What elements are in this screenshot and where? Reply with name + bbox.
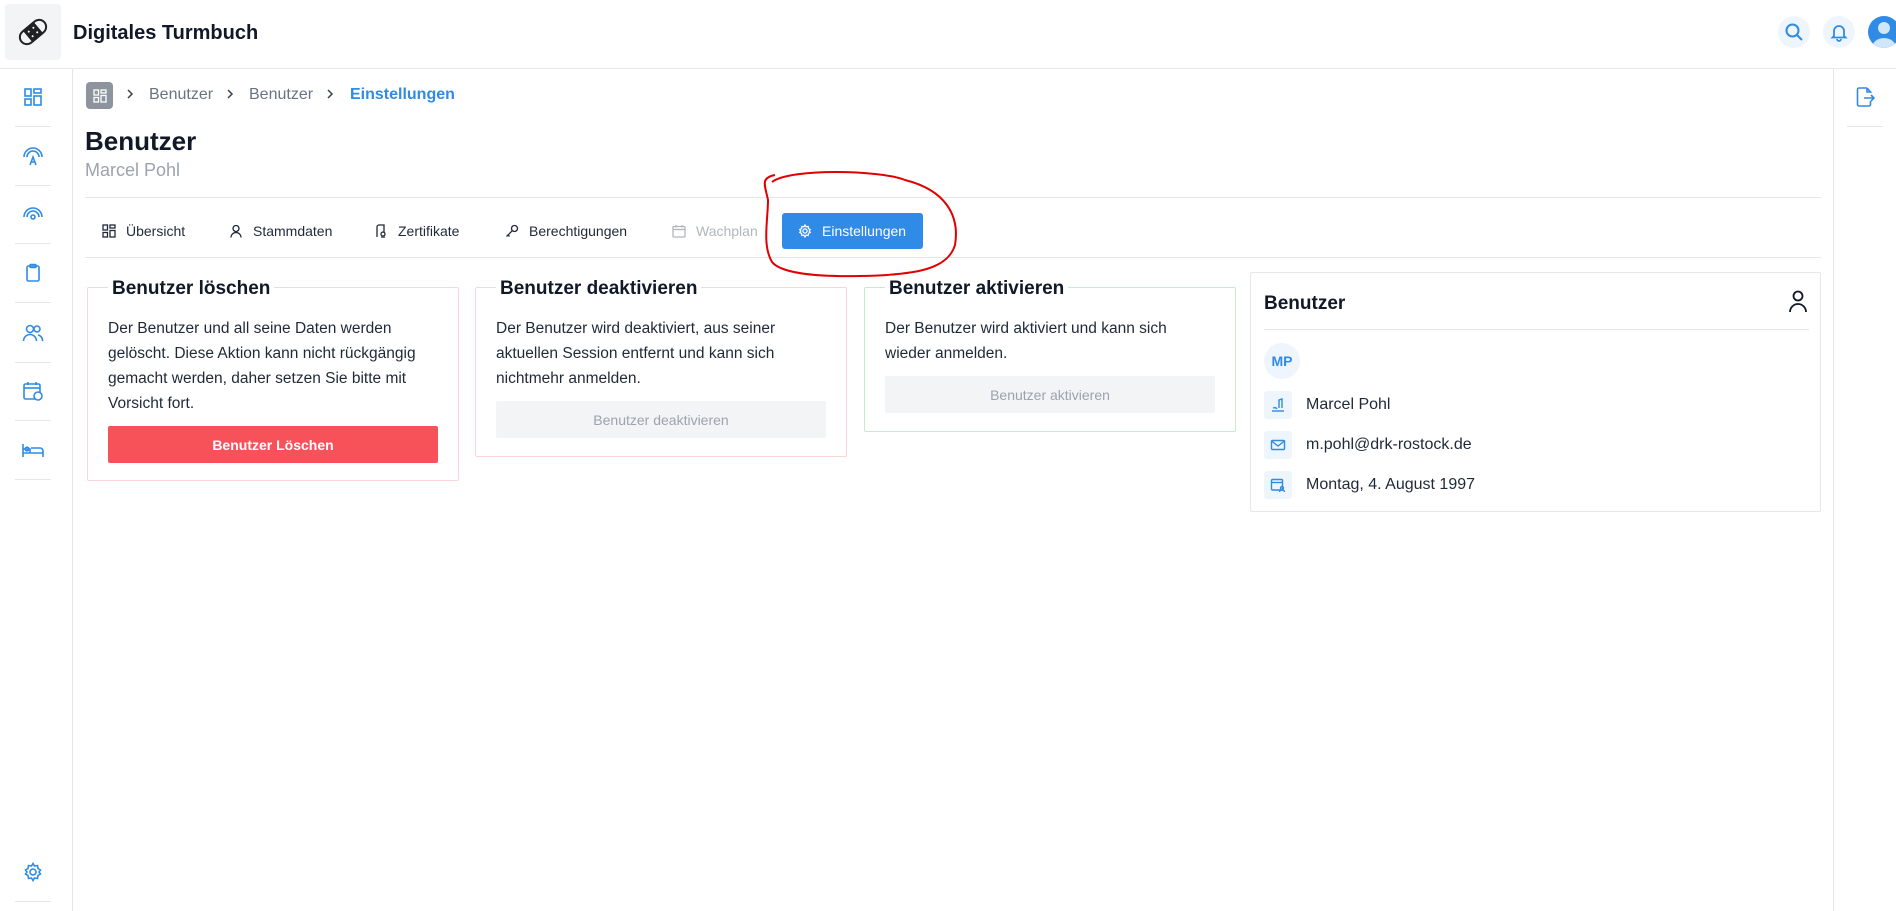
chevron-right-icon (222, 86, 238, 102)
card-title: Benutzer löschen (108, 278, 275, 300)
sidebar-item-clipboard[interactable] (15, 255, 51, 291)
chevron-right-icon (122, 86, 138, 102)
certificate-icon (376, 224, 386, 238)
info-name: Marcel Pohl (1306, 396, 1391, 413)
card-description: Der Benutzer wird aktiviert und kann sic… (885, 320, 1167, 362)
user-avatar[interactable] (1868, 16, 1896, 48)
tab-berechtigungen[interactable]: Berechtigungen (489, 213, 643, 249)
sidebar-item-beds[interactable] (15, 432, 51, 468)
clipboard-icon (26, 263, 40, 282)
card-description: Der Benutzer wird deaktiviert, aus seine… (496, 320, 776, 387)
tab-einstellungen[interactable]: Einstellungen (782, 213, 923, 249)
deactivate-user-button: Benutzer deaktivieren (496, 401, 826, 438)
export-button[interactable] (1847, 79, 1883, 115)
sidebar-divider (15, 185, 51, 186)
sidebar-divider (15, 479, 51, 480)
info-email: m.pohl@drk-rostock.de (1306, 436, 1472, 453)
avatar: MP (1264, 343, 1300, 379)
sidebar-item-schedule[interactable] (15, 373, 51, 409)
bandage-icon (18, 18, 48, 46)
activate-user-button[interactable]: Benutzer aktivieren (885, 376, 1215, 413)
dashboard-icon (24, 88, 42, 106)
chevron-right-icon (322, 86, 338, 102)
breadcrumb-current: Einstellungen (350, 86, 455, 103)
person-icon (230, 224, 242, 238)
search-icon (1785, 23, 1803, 41)
gear-icon (798, 224, 812, 238)
app-title: Digitales Turmbuch (73, 22, 259, 44)
gear-icon (24, 862, 42, 882)
sidebar-item-tower[interactable] (15, 196, 51, 232)
sidebar-divider (1847, 126, 1883, 127)
divider (85, 197, 1821, 198)
sidebar-item-settings[interactable] (15, 854, 51, 890)
file-export-icon (1856, 87, 1875, 107)
sidebar-divider (15, 420, 51, 421)
user-avatar-icon (1872, 22, 1896, 48)
bell-icon (1830, 25, 1848, 42)
calendar-clock-icon (23, 382, 43, 401)
divider (1264, 329, 1809, 330)
card-title: Benutzer (1264, 293, 1346, 314)
right-sidebar (1833, 69, 1896, 911)
notifications-button[interactable] (1823, 16, 1855, 48)
dashboard-icon (92, 88, 107, 103)
sidebar-item-tower-a[interactable] (15, 138, 51, 174)
info-name-row: Marcel Pohl (1264, 391, 1390, 419)
tab-stammdaten[interactable]: Stammdaten (213, 213, 348, 249)
search-button[interactable] (1778, 16, 1810, 48)
tab-label: Einstellungen (822, 223, 907, 239)
sidebar-divider (15, 901, 51, 902)
sidebar-item-dashboard[interactable] (15, 79, 51, 115)
deactivate-user-card: Benutzer deaktivieren Der Benutzer wird … (475, 278, 847, 457)
tab-label: Übersicht (126, 223, 186, 239)
calendar-person-icon (1264, 471, 1292, 499)
sidebar-divider (15, 126, 51, 127)
card-title: Benutzer deaktivieren (496, 278, 702, 300)
sidebar-divider (15, 362, 51, 363)
breadcrumb-item[interactable]: Benutzer (149, 86, 213, 104)
tab-wachplan: Wachplan (656, 213, 774, 249)
info-email-row: m.pohl@drk-rostock.de (1264, 431, 1472, 459)
calendar-icon (672, 225, 686, 238)
delete-user-card: Benutzer löschen Der Benutzer und all se… (87, 278, 459, 481)
left-sidebar (0, 69, 73, 911)
top-bar: Digitales Turmbuch (0, 0, 1896, 69)
users-icon (22, 324, 44, 342)
delete-user-button[interactable]: Benutzer Löschen (108, 426, 438, 463)
sidebar-divider (15, 302, 51, 303)
tab-zertifikate[interactable]: Zertifikate (358, 213, 475, 249)
page-title: Benutzer (85, 126, 197, 156)
divider (85, 257, 1821, 258)
page-subtitle: Marcel Pohl (85, 160, 181, 180)
user-info-card: Benutzer MP Marcel Pohl m.pohl@drk-rosto… (1250, 272, 1821, 512)
person-icon (1789, 290, 1807, 313)
card-title: Benutzer aktivieren (885, 278, 1069, 300)
breadcrumb-home[interactable] (86, 82, 113, 109)
info-birthday-row: Montag, 4. August 1997 (1264, 471, 1475, 499)
mail-icon (1264, 431, 1292, 459)
tab-label: Berechtigungen (529, 223, 628, 239)
breadcrumb-item[interactable]: Benutzer (249, 86, 313, 104)
tab-label: Stammdaten (253, 223, 333, 239)
activate-user-card: Benutzer aktivieren Der Benutzer wird ak… (864, 278, 1236, 432)
signal-icon (23, 207, 43, 220)
key-icon (506, 224, 519, 237)
broadcast-tower-icon (23, 147, 43, 166)
tab-label: Wachplan (696, 223, 758, 239)
tab-label: Zertifikate (398, 223, 460, 239)
info-birthday: Montag, 4. August 1997 (1306, 476, 1476, 493)
signature-icon (1264, 391, 1292, 419)
dashboard-icon (102, 224, 116, 238)
card-description: Der Benutzer und all seine Daten werden … (108, 320, 416, 412)
sidebar-divider (15, 243, 51, 244)
tab-uebersicht[interactable]: Übersicht (86, 213, 201, 249)
app-logo[interactable] (5, 4, 61, 60)
bed-icon (22, 444, 44, 457)
sidebar-item-users[interactable] (15, 315, 51, 351)
